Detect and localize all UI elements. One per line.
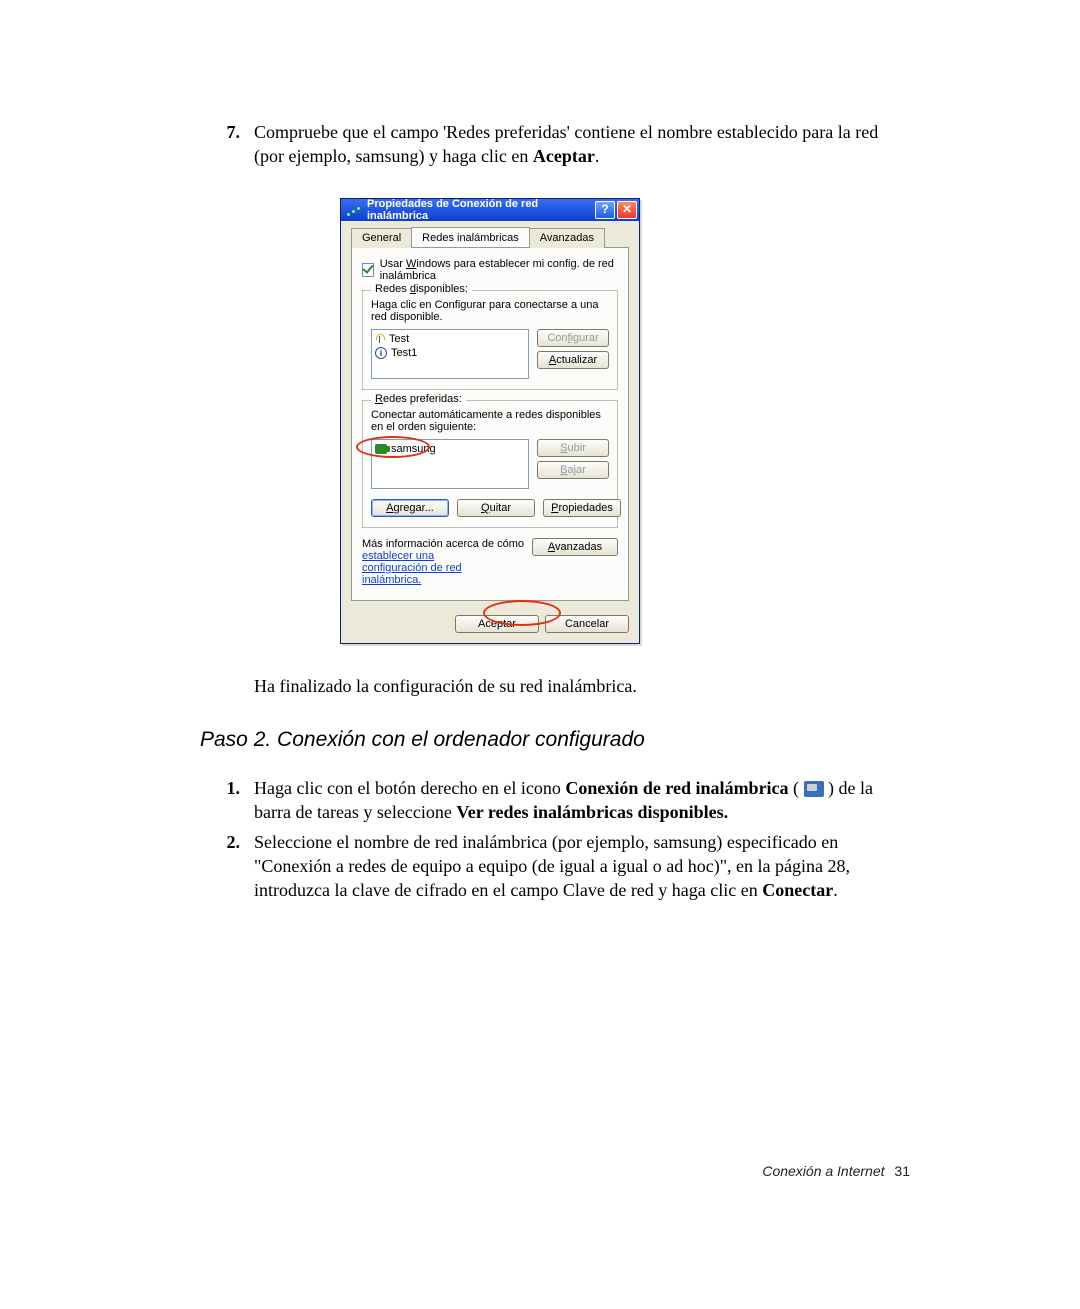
list-item[interactable]: i Test1 [375,346,525,360]
tab-wireless-networks[interactable]: Redes inalámbricas [411,227,530,247]
tab-general[interactable]: General [351,228,412,248]
move-down-button[interactable]: Bajar [537,461,609,479]
step-7-text: Compruebe que el campo 'Redes preferidas… [254,120,910,168]
move-up-button[interactable]: Subir [537,439,609,457]
step-number: 7. [200,120,254,144]
preferred-networks-group: Redes preferidas: Conectar automáticamen… [362,400,618,528]
dialog-titlebar[interactable]: Propiedades de Conexión de red inalámbri… [341,199,639,221]
preferred-networks-hint: Conectar automáticamente a redes disponi… [371,409,609,433]
dialog-title: Propiedades de Conexión de red inalámbri… [367,198,595,222]
preferred-networks-list[interactable]: samsung [371,439,529,489]
refresh-button[interactable]: Actualizar [537,351,609,369]
configure-button[interactable]: Configurar [537,329,609,347]
use-windows-config-checkbox[interactable] [362,263,374,277]
taskbar-wireless-icon [804,781,824,797]
page-footer: Conexión a Internet 31 [762,1163,910,1179]
list-item[interactable]: samsung [375,442,525,456]
available-networks-hint: Haga clic en Configurar para conectarse … [371,299,609,323]
available-networks-list[interactable]: Test i Test1 [371,329,529,379]
preferred-networks-legend: Redes preferidas: [371,393,466,405]
properties-button[interactable]: Propiedades [543,499,621,517]
more-info-text: Más información acerca de cómo establece… [362,538,524,586]
more-info-link[interactable]: configuración de red inalámbrica. [362,562,462,586]
step-number: 2. [200,830,254,854]
ok-button[interactable]: Aceptar [455,615,539,633]
adapter-icon [375,444,387,454]
available-networks-group: Redes disponibles: Haga clic en Configur… [362,290,618,390]
cancel-button[interactable]: Cancelar [545,615,629,633]
use-windows-config-label: Usar Windows para establecer mi config. … [380,258,618,282]
step-number: 1. [200,776,254,800]
wireless-indicator-icon [347,203,361,217]
paso2-step1-text: Haga clic con el botón derecho en el ico… [254,776,910,824]
titlebar-help-button[interactable]: ? [595,201,615,219]
advanced-button[interactable]: Avanzadas [532,538,618,556]
more-info-link[interactable]: establecer una [362,550,434,562]
remove-button[interactable]: Quitar [457,499,535,517]
tab-advanced[interactable]: Avanzadas [529,228,605,248]
wireless-properties-dialog: Propiedades de Conexión de red inalámbri… [340,198,640,644]
after-dialog-text: Ha finalizado la configuración de su red… [254,674,910,698]
paso2-step2-text: Seleccione el nombre de red inalámbrica … [254,830,910,902]
antenna-icon [375,334,385,344]
info-icon: i [375,347,387,359]
tab-strip: General Redes inalámbricas Avanzadas [351,227,629,248]
add-button[interactable]: Agregar... [371,499,449,517]
titlebar-close-button[interactable]: ✕ [617,201,637,219]
list-item[interactable]: Test [375,332,525,346]
available-networks-legend: Redes disponibles: [371,283,472,295]
section-heading-paso2: Paso 2. Conexión con el ordenador config… [200,728,910,752]
